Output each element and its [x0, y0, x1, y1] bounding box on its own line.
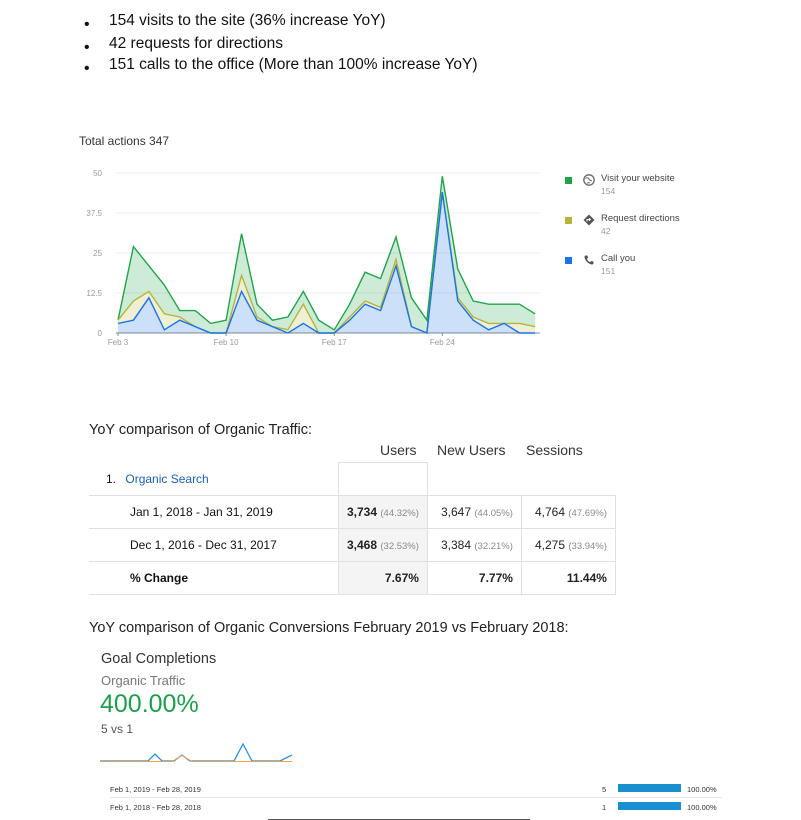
row-divider: [110, 797, 722, 798]
users-change-cell: 7.67%: [338, 561, 428, 595]
bullet-dot: •: [84, 39, 90, 56]
goal-metric-title: Goal Completions: [101, 651, 217, 667]
comparison-period-2019: Feb 1, 2019 - Feb 28, 2019: [110, 785, 201, 794]
legend-label: Call you: [601, 253, 636, 264]
column-header-new-users: New Users: [437, 442, 506, 458]
bullet-text: 154 visits to the site (36% increase YoY…: [109, 12, 386, 29]
legend-value: 154: [601, 186, 616, 196]
y-tick-label: 37.5: [86, 209, 102, 218]
new-users-cell: 3,647 (44.05%): [426, 495, 522, 529]
users-pct: (32.53%): [380, 541, 419, 552]
table-row: Jan 1, 2018 - Jan 31, 2019 3,734 (44.32%…: [89, 495, 616, 529]
table-cell: [338, 462, 428, 496]
organic-search-link[interactable]: Organic Search: [125, 472, 208, 486]
sessions-cell: 4,764 (47.69%): [520, 495, 616, 529]
y-tick-label: 0: [98, 329, 103, 338]
sessions-value: 4,275: [535, 538, 566, 552]
users-value: 3,468: [347, 538, 378, 552]
column-header-users: Users: [380, 442, 417, 458]
new-users-pct: (32.21%): [474, 541, 513, 552]
comparison-value-2018: 1: [602, 803, 607, 812]
x-tick-label: Feb 3: [108, 338, 129, 347]
sessions-change-cell: 11.44%: [520, 561, 616, 595]
legend-swatch: [565, 257, 572, 264]
series-area-visit-your-website: [118, 176, 535, 333]
goal-segment: Organic Traffic: [101, 673, 186, 688]
goal-change-value: 400.00%: [100, 690, 199, 718]
x-tick-label: Feb 24: [430, 338, 455, 347]
legend-value: 151: [601, 266, 616, 276]
bullet-dot: •: [84, 16, 90, 33]
new-users-value: 3,647: [441, 505, 472, 519]
table-cell: [520, 462, 616, 496]
y-tick-label: 50: [93, 169, 102, 178]
directions-icon: [583, 214, 595, 226]
bullet-text: 151 calls to the office (More than 100% …: [109, 56, 478, 73]
table-row: Dec 1, 2016 - Dec 31, 2017 3,468 (32.53%…: [89, 528, 616, 562]
actions-area-chart: 0 12.5 25 37.5 50 Feb 3 Feb 10 Feb 17 Feb 24: [86, 169, 540, 347]
x-tick-label: Feb 10: [214, 338, 239, 347]
goal-sparkline: [100, 742, 293, 762]
comparison-percent-2018: 100.00%: [687, 803, 717, 812]
new-users-change-cell: 7.77%: [426, 561, 522, 595]
source-index: 1.: [106, 472, 117, 486]
bullet-text: 42 requests for directions: [109, 35, 284, 52]
comparison-period-2018: Feb 1, 2018 - Feb 28, 2018: [110, 803, 201, 812]
x-tick-label: Feb 17: [322, 338, 347, 347]
users-cell: 3,468 (32.53%): [338, 528, 428, 562]
bullet-dot: •: [84, 60, 90, 77]
new-users-pct: (44.05%): [474, 508, 513, 519]
comparison-percent-2019: 100.00%: [687, 785, 717, 794]
goal-comparison: 5 vs 1: [101, 722, 134, 736]
change-label-cell: % Change: [89, 561, 339, 595]
y-tick-label: 12.5: [86, 289, 102, 298]
users-pct: (44.32%): [380, 508, 419, 519]
table-cell: [426, 462, 522, 496]
new-users-cell: 3,384 (32.21%): [426, 528, 522, 562]
period-cell: Dec 1, 2016 - Dec 31, 2017: [89, 528, 339, 562]
comparison-value-2019: 5: [602, 785, 607, 794]
new-users-value: 3,384: [441, 538, 472, 552]
chart-legend: Visit your website 154 Request direction…: [560, 170, 760, 290]
phone-icon: [584, 255, 594, 265]
table-row: 1. Organic Search: [89, 462, 616, 496]
users-value: 3,734: [347, 505, 378, 519]
legend-swatch: [565, 217, 572, 224]
organic-traffic-table: 1. Organic Search Jan 1, 2018 - Jan 31, …: [89, 462, 616, 595]
y-tick-label: 25: [93, 249, 102, 258]
sessions-pct: (47.69%): [568, 508, 607, 519]
chart-title: Total actions 347: [79, 134, 170, 148]
period-cell: Jan 1, 2018 - Jan 31, 2019: [89, 495, 339, 529]
sessions-pct: (33.94%): [568, 541, 607, 552]
legend-value: 42: [601, 226, 611, 236]
globe-icon: [583, 174, 595, 186]
legend-label: Request directions: [601, 213, 680, 224]
column-header-sessions: Sessions: [526, 442, 583, 458]
sessions-value: 4,764: [535, 505, 566, 519]
legend-label: Visit your website: [601, 173, 675, 184]
table-row: % Change 7.67% 7.77% 11.44%: [89, 561, 616, 595]
organic-conversions-heading: YoY comparison of Organic Conversions Fe…: [89, 620, 569, 636]
legend-swatch: [565, 177, 572, 184]
source-cell: 1. Organic Search: [89, 462, 339, 496]
users-cell: 3,734 (44.32%): [338, 495, 428, 529]
sparkline-2019: [100, 742, 293, 762]
organic-traffic-heading: YoY comparison of Organic Traffic:: [89, 422, 312, 438]
comparison-bar-2019: [618, 784, 681, 792]
comparison-bar-2018: [618, 802, 681, 810]
sessions-cell: 4,275 (33.94%): [520, 528, 616, 562]
